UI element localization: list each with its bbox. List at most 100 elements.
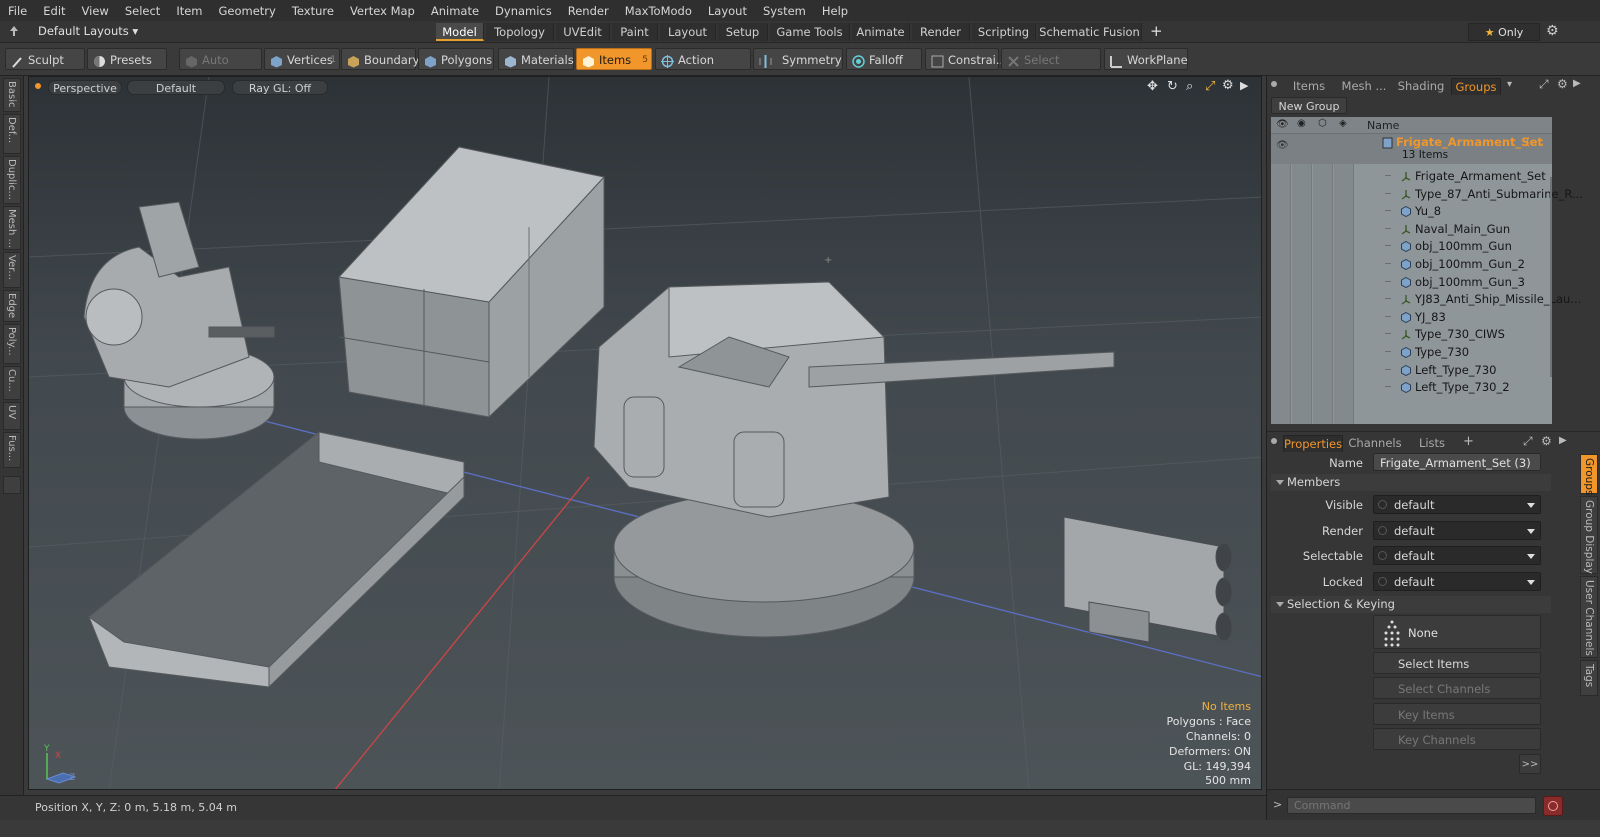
- visible-select[interactable]: default: [1373, 495, 1541, 514]
- group-member-row[interactable]: ┄ YJ83_Anti_Ship_Missile_Lau...: [1385, 291, 1581, 308]
- menu-dynamics[interactable]: Dynamics: [487, 4, 560, 18]
- group-member-row[interactable]: ┄ obj_100mm_Gun: [1385, 238, 1512, 255]
- sculpt-button[interactable]: Sculpt: [5, 48, 85, 70]
- tab-render[interactable]: Render: [912, 23, 970, 41]
- tab-groups[interactable]: Groups: [1451, 78, 1501, 95]
- groups-list[interactable]: 👁 ◉ ⬡ ◈ Name 👁 Frigate_Armament_Set ( ..…: [1271, 117, 1583, 424]
- group-member-row[interactable]: ┄ Yu_8: [1385, 203, 1441, 220]
- key-items-button[interactable]: Key Items: [1373, 703, 1541, 725]
- viewport-gear-icon[interactable]: ⚙: [1222, 78, 1234, 93]
- group-member-row[interactable]: ┄ Type_730: [1385, 344, 1469, 361]
- command-input[interactable]: [1287, 797, 1536, 814]
- group-member-row[interactable]: ┄ Left_Type_730_2: [1385, 379, 1510, 396]
- items-button[interactable]: Items 5: [576, 48, 652, 70]
- naval-main-gun-model[interactable]: [593, 281, 1115, 638]
- raygl-button[interactable]: Ray GL: Off: [232, 80, 328, 95]
- tab-mesh[interactable]: Mesh ...: [1337, 78, 1391, 95]
- selectable-select[interactable]: default: [1373, 546, 1541, 565]
- record-macro-button[interactable]: [1543, 796, 1563, 816]
- menu-view[interactable]: View: [74, 4, 117, 18]
- vertices-button[interactable]: Vertices 1: [264, 48, 340, 70]
- select-through-button[interactable]: Select Through: [1001, 48, 1101, 89]
- ciws-model[interactable]: [83, 201, 275, 440]
- menu-texture[interactable]: Texture: [284, 4, 342, 18]
- render-icon[interactable]: ◉: [1297, 118, 1306, 129]
- eye-icon[interactable]: 👁: [1276, 119, 1289, 130]
- group-member-row[interactable]: ┄ obj_100mm_Gun_3: [1385, 274, 1525, 291]
- tab-layout[interactable]: Layout: [660, 23, 716, 41]
- vtab-polygon[interactable]: Poly...: [3, 324, 21, 364]
- select-channels-button[interactable]: Select Channels: [1373, 677, 1541, 699]
- tab-paint[interactable]: Paint: [612, 23, 658, 41]
- menu-layout[interactable]: Layout: [700, 4, 755, 18]
- more-button[interactable]: >>: [1519, 754, 1541, 774]
- default-layouts-dropdown[interactable]: Default Layouts ▾: [38, 24, 138, 38]
- props-expand-icon[interactable]: ⤢: [1523, 434, 1533, 449]
- layout-pin-icon[interactable]: [9, 25, 19, 37]
- tab-properties[interactable]: Properties: [1283, 435, 1343, 452]
- zoom-icon[interactable]: ⌕: [1186, 79, 1193, 94]
- tab-topology[interactable]: Topology: [486, 23, 554, 41]
- tab-scripting[interactable]: Scripting: [972, 23, 1036, 41]
- side-tab-tags[interactable]: Tags: [1580, 660, 1598, 696]
- list-scrollbar[interactable]: [1550, 177, 1552, 377]
- presets-button[interactable]: Presets: [87, 48, 167, 70]
- vtab-deform[interactable]: Def...: [3, 114, 21, 154]
- constraints-button[interactable]: Constrai...: [925, 48, 1007, 70]
- tab-items[interactable]: Items: [1285, 78, 1333, 95]
- group-member-row[interactable]: ┄ obj_100mm_Gun_2: [1385, 256, 1525, 273]
- group-row[interactable]: 👁 Frigate_Armament_Set ( ... 13 Items: [1271, 134, 1552, 164]
- render-select[interactable]: default: [1373, 521, 1541, 540]
- menu-vertex-map[interactable]: Vertex Map: [342, 4, 423, 18]
- workplane-button[interactable]: WorkPlane: [1104, 48, 1188, 70]
- vtab-more-button[interactable]: [3, 476, 21, 494]
- props-gear-icon[interactable]: ⚙: [1541, 434, 1552, 448]
- menu-animate[interactable]: Animate: [423, 4, 487, 18]
- symmetry-button[interactable]: Symmetry: [753, 48, 843, 70]
- tab-lists[interactable]: Lists: [1407, 435, 1457, 452]
- tabs-dropdown-icon[interactable]: ▾: [1507, 79, 1512, 90]
- group-name-field[interactable]: Frigate_Armament_Set (3): [1373, 453, 1541, 471]
- side-tab-group-display[interactable]: Group Display: [1580, 496, 1598, 574]
- vtab-curve[interactable]: Cu...: [3, 366, 21, 400]
- yu8-tray-model[interactable]: [87, 431, 465, 689]
- pan-icon[interactable]: ✥: [1147, 79, 1158, 94]
- tab-model[interactable]: Model: [436, 23, 484, 41]
- add-prop-tab-icon[interactable]: +: [1463, 434, 1474, 449]
- side-tab-user-channels[interactable]: User Channels: [1580, 576, 1598, 658]
- add-tab-icon[interactable]: +: [1150, 22, 1163, 40]
- group-member-row[interactable]: ┄ Type_87_Anti_Submarine_R...: [1385, 186, 1583, 203]
- vtab-uv[interactable]: UV: [3, 402, 21, 430]
- auto-select-button[interactable]: Auto Select: [179, 48, 262, 89]
- group-member-row[interactable]: ┄ YJ_83: [1385, 309, 1446, 326]
- vtab-basic[interactable]: Basic: [3, 78, 21, 112]
- menu-item[interactable]: Item: [168, 4, 210, 18]
- menu-system[interactable]: System: [755, 4, 814, 18]
- tab-schematic-fusion[interactable]: Schematic Fusion: [1038, 23, 1142, 41]
- falloff-button[interactable]: Falloff: [846, 48, 922, 70]
- menu-help[interactable]: Help: [814, 4, 856, 18]
- panel-gear-icon[interactable]: ⚙: [1557, 77, 1568, 91]
- select-items-button[interactable]: Select Items: [1373, 652, 1541, 674]
- tab-setup[interactable]: Setup: [718, 23, 768, 41]
- yj83-launcher-model[interactable]: [338, 146, 605, 419]
- tab-shading[interactable]: Shading: [1394, 78, 1448, 95]
- key-channels-button[interactable]: Key Channels: [1373, 728, 1541, 750]
- type87-asw-launcher-model[interactable]: [1063, 516, 1233, 643]
- select-icon[interactable]: ◈: [1339, 118, 1347, 129]
- action-center-button[interactable]: Action Center: [655, 48, 751, 89]
- none-button[interactable]: None: [1373, 615, 1541, 649]
- locked-select[interactable]: default: [1373, 572, 1541, 591]
- viewport-expand-icon[interactable]: ▶: [1240, 79, 1248, 92]
- 3d-viewport[interactable]: Perspective Default Ray GL: Off ✥ ↻ ⌕ ⤢ …: [28, 76, 1262, 790]
- tab-game-tools[interactable]: Game Tools: [770, 23, 850, 41]
- tab-animate[interactable]: Animate: [852, 23, 910, 41]
- group-member-row[interactable]: ┄ Left_Type_730: [1385, 362, 1497, 379]
- gear-icon[interactable]: ⚙: [1546, 23, 1559, 39]
- menu-select[interactable]: Select: [117, 4, 168, 18]
- menu-maxtomodo[interactable]: MaxToModo: [617, 4, 700, 18]
- menu-file[interactable]: File: [0, 4, 35, 18]
- menu-geometry[interactable]: Geometry: [211, 4, 284, 18]
- lock-icon[interactable]: ⬡: [1318, 118, 1327, 129]
- only-toggle[interactable]: ★ Only: [1468, 23, 1540, 41]
